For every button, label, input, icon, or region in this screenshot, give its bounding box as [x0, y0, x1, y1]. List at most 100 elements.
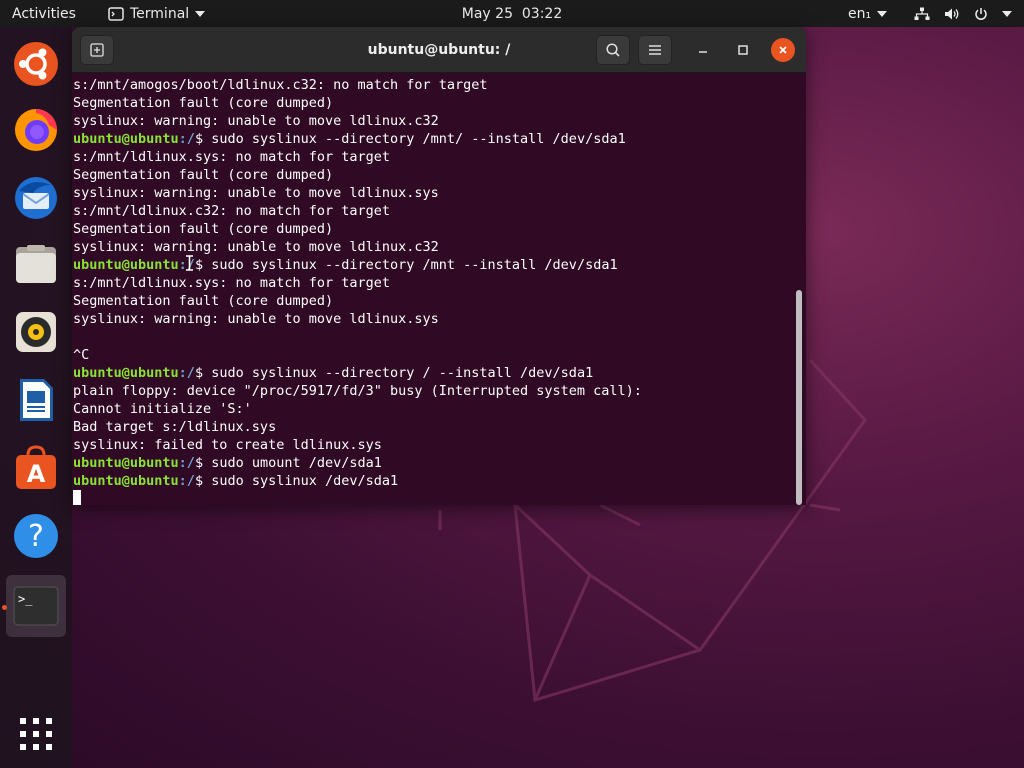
chevron-down-icon — [195, 10, 206, 17]
search-icon — [606, 43, 620, 57]
terminal-output[interactable]: s:/mnt/amogos/boot/ldlinux.c32: no match… — [73, 74, 795, 505]
terminal-output-line: Segmentation fault (core dumped) — [73, 220, 795, 238]
close-button[interactable] — [771, 38, 795, 62]
dock-item-libreoffice-writer[interactable] — [6, 369, 66, 431]
output-text: s:/mnt/ldlinux.sys: no match for target — [73, 149, 390, 165]
prompt-user: ubuntu@ubuntu — [73, 365, 179, 381]
chevron-down-icon — [1002, 10, 1012, 17]
chevron-down-icon — [877, 10, 888, 17]
svg-text:?: ? — [28, 519, 44, 554]
output-text: Segmentation fault (core dumped) — [73, 293, 334, 309]
output-text: Segmentation fault (core dumped) — [73, 95, 334, 111]
output-text: Cannot initialize 'S:' — [73, 401, 252, 417]
terminal-command-line: ubuntu@ubuntu:/$ sudo syslinux /dev/sda1 — [73, 472, 795, 490]
dock-item-ubuntu-installer[interactable] — [6, 33, 66, 95]
window-titlebar[interactable]: ubuntu@ubuntu: / — [72, 27, 806, 73]
output-text: syslinux: warning: unable to move ldlinu… — [73, 239, 439, 255]
terminal-command-line: ubuntu@ubuntu:/$ sudo umount /dev/sda1 — [73, 454, 795, 472]
dock-item-thunderbird[interactable] — [6, 167, 66, 229]
terminal-output-line: Segmentation fault (core dumped) — [73, 292, 795, 310]
prompt-path: :/ — [178, 131, 195, 147]
output-text: Segmentation fault (core dumped) — [73, 167, 334, 183]
output-text: Segmentation fault (core dumped) — [73, 221, 334, 237]
output-text: s:/mnt/amogos/boot/ldlinux.c32: no match… — [73, 77, 488, 93]
menu-button[interactable] — [638, 35, 672, 65]
output-text: plain floppy: device "/proc/5917/fd/3" b… — [73, 383, 642, 399]
terminal-output-line: ^C — [73, 346, 795, 364]
activities-label: Activities — [12, 5, 76, 22]
terminal-command-line: ubuntu@ubuntu:/$ sudo syslinux --directo… — [73, 364, 795, 382]
dock-item-terminal[interactable]: >_ — [6, 575, 66, 637]
clock[interactable]: May 25 03:22 — [462, 6, 562, 22]
terminal-output-line: syslinux: warning: unable to move ldlinu… — [73, 112, 795, 130]
language-indicator[interactable]: en₁ — [848, 0, 888, 27]
svg-text:>_: >_ — [18, 592, 33, 606]
terminal-input-line[interactable] — [73, 490, 795, 505]
output-text: syslinux: failed to create ldlinux.sys — [73, 437, 382, 453]
app-menu[interactable]: Terminal — [108, 0, 206, 27]
dock-item-rhythmbox[interactable] — [6, 301, 66, 363]
terminal-output-line: Segmentation fault (core dumped) — [73, 166, 795, 184]
terminal-command-line: ubuntu@ubuntu:/$ sudo syslinux --directo… — [73, 256, 795, 274]
output-text: s:/mnt/ldlinux.c32: no match for target — [73, 203, 390, 219]
output-text: Bad target s:/ldlinux.sys — [73, 419, 277, 435]
system-menu[interactable] — [914, 0, 1012, 27]
prompt-path: :/ — [178, 365, 195, 381]
output-text: s:/mnt/ldlinux.sys: no match for target — [73, 275, 390, 291]
new-tab-icon — [90, 43, 104, 57]
terminal-output-line: syslinux: warning: unable to move ldlinu… — [73, 310, 795, 328]
terminal-icon — [108, 6, 124, 21]
prompt-user: ubuntu@ubuntu — [73, 455, 179, 471]
network-icon — [914, 7, 930, 20]
command-text: $ sudo syslinux --directory /mnt/ --inst… — [194, 131, 626, 147]
terminal-output-line: Cannot initialize 'S:' — [73, 400, 795, 418]
running-indicator — [2, 605, 7, 610]
volume-icon — [945, 8, 959, 19]
svg-text:A: A — [27, 460, 46, 488]
terminal-output-line: Bad target s:/ldlinux.sys — [73, 418, 795, 436]
command-text: $ sudo syslinux --directory / --install … — [194, 365, 594, 381]
app-grid-icon — [20, 718, 52, 750]
search-button[interactable] — [596, 35, 630, 65]
prompt-user: ubuntu@ubuntu — [73, 257, 179, 273]
dock: A ? >_ — [0, 27, 72, 768]
dock-item-files[interactable] — [6, 233, 66, 295]
text-cursor — [73, 490, 81, 505]
mouse-ibeam-cursor-icon — [186, 255, 193, 271]
dock-item-firefox[interactable] — [6, 99, 66, 161]
dock-item-ubuntu-software[interactable]: A — [6, 437, 66, 499]
ubuntu-installer-icon — [14, 42, 58, 86]
terminal-output-line: s:/mnt/ldlinux.c32: no match for target — [73, 202, 795, 220]
prompt-path: :/ — [178, 473, 195, 489]
terminal-output-line: syslinux: warning: unable to move ldlinu… — [73, 238, 795, 256]
dock-item-show-applications[interactable] — [6, 703, 66, 765]
libreoffice-writer-icon — [20, 379, 53, 421]
ubuntu-software-icon: A — [16, 445, 56, 489]
prompt-user: ubuntu@ubuntu — [73, 473, 179, 489]
terminal-icon: >_ — [13, 586, 59, 626]
command-text: $ sudo syslinux /dev/sda1 — [194, 473, 399, 489]
terminal-output-line: Segmentation fault (core dumped) — [73, 94, 795, 112]
terminal-scrollbar[interactable] — [796, 290, 802, 505]
maximize-button[interactable] — [731, 38, 755, 62]
activities-button[interactable]: Activities — [12, 0, 76, 27]
firefox-icon — [15, 109, 57, 151]
maximize-icon — [738, 45, 748, 55]
output-text: syslinux: warning: unable to move ldlinu… — [73, 311, 439, 327]
minimize-button[interactable] — [691, 38, 715, 62]
output-text: syslinux: warning: unable to move ldlinu… — [73, 113, 439, 129]
output-text: syslinux: warning: unable to move ldlinu… — [73, 185, 439, 201]
output-text: ^C — [73, 347, 90, 363]
new-tab-button[interactable] — [80, 35, 114, 65]
terminal-output-line: plain floppy: device "/proc/5917/fd/3" b… — [73, 382, 795, 400]
dock-item-help[interactable]: ? — [6, 505, 66, 567]
help-icon: ? — [14, 514, 58, 558]
prompt-user: ubuntu@ubuntu — [73, 131, 179, 147]
terminal-output-line: s:/mnt/ldlinux.sys: no match for target — [73, 148, 795, 166]
terminal-output-line: syslinux: failed to create ldlinux.sys — [73, 436, 795, 454]
terminal-output-line: syslinux: warning: unable to move ldlinu… — [73, 184, 795, 202]
app-menu-label: Terminal — [130, 5, 190, 22]
minimize-icon — [699, 51, 707, 53]
language-label: en₁ — [848, 5, 872, 22]
